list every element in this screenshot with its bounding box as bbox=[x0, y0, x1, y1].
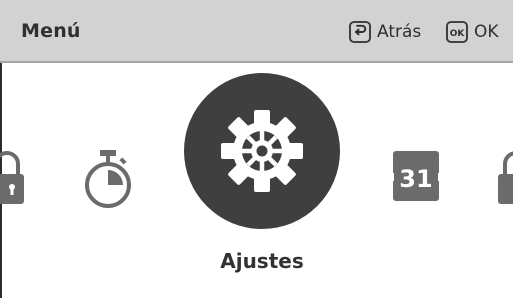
lock-icon bbox=[0, 151, 24, 204]
ok-icon-text: OK bbox=[450, 29, 466, 39]
back-label: Atrás bbox=[377, 22, 422, 42]
back-button[interactable]: Atrás bbox=[348, 20, 421, 44]
ok-icon: OK bbox=[446, 21, 468, 43]
gear-icon bbox=[221, 110, 303, 192]
page-title: Menú bbox=[21, 20, 81, 42]
menu-item-settings[interactable] bbox=[183, 72, 341, 234]
menu-screen: Menú Atrás OK OK Ajustes 31 bbox=[0, 0, 513, 298]
timer-icon bbox=[85, 150, 131, 208]
lock-icon bbox=[498, 151, 513, 204]
ok-button[interactable]: OK OK bbox=[445, 20, 499, 44]
back-icon bbox=[349, 21, 371, 43]
menu-item-lock-right[interactable] bbox=[497, 146, 513, 210]
ok-label: OK bbox=[474, 22, 499, 42]
selected-circle bbox=[184, 73, 340, 229]
selected-item-label: Ajustes bbox=[220, 249, 304, 273]
menu-item-lock-left[interactable] bbox=[0, 146, 26, 210]
menu-item-calendar[interactable]: 31 bbox=[391, 149, 441, 207]
calendar-day-text: 31 bbox=[399, 165, 432, 193]
menu-item-timer[interactable] bbox=[82, 148, 134, 214]
menu-header: Menú Atrás OK OK bbox=[0, 0, 513, 63]
calendar-icon: 31 bbox=[391, 151, 441, 201]
